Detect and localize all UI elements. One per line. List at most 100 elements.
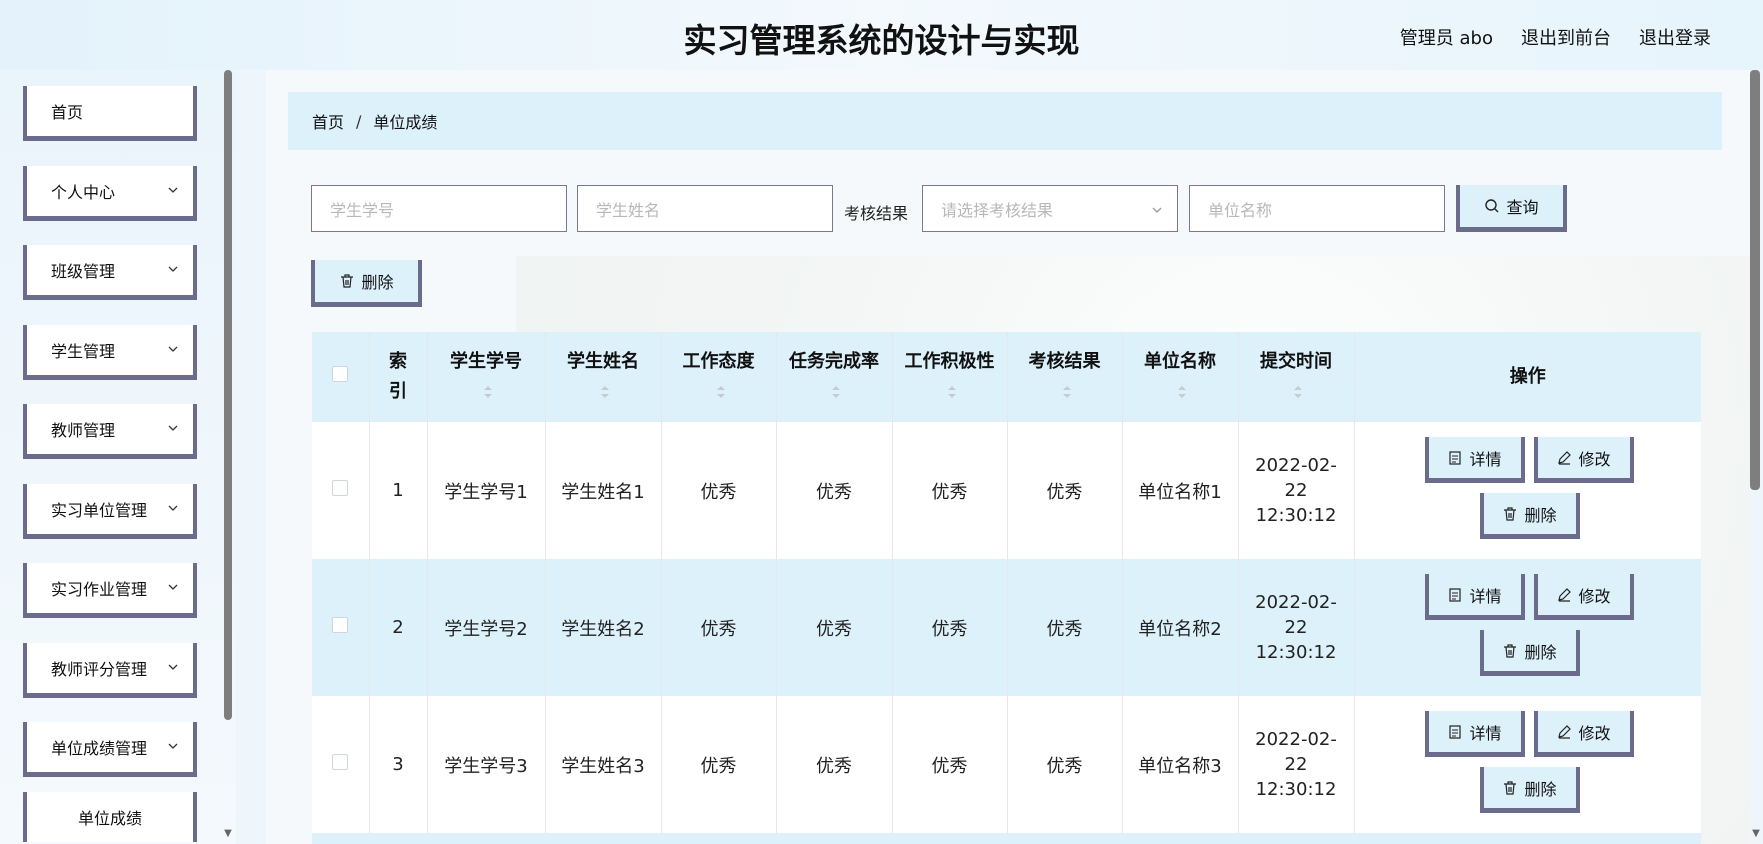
delete-button-label: 删除 xyxy=(1524,505,1557,525)
current-user-label: 管理员 abo xyxy=(1399,28,1493,49)
sort-icon[interactable] xyxy=(947,384,957,400)
trash-icon xyxy=(1504,506,1517,521)
row-checkbox[interactable] xyxy=(332,617,349,633)
sidebar-item-label: 实习单位管理 xyxy=(51,501,148,520)
sort-icon[interactable] xyxy=(1177,384,1187,400)
sidebar-subitem-unit-score[interactable]: 单位成绩 xyxy=(23,792,197,842)
sort-icon[interactable] xyxy=(1062,384,1072,400)
chevron-down-icon xyxy=(1152,207,1162,213)
breadcrumb-home[interactable]: 首页 xyxy=(312,109,344,133)
delete-button[interactable]: 删除 xyxy=(1479,767,1580,813)
detail-button-label: 详情 xyxy=(1469,449,1502,469)
sidebar-item-label: 学生管理 xyxy=(51,342,116,361)
sort-icon[interactable] xyxy=(716,384,726,400)
sidebar-item-internship-unit-management[interactable]: 实习单位管理 xyxy=(23,484,197,539)
cell-completion: 优秀 xyxy=(776,559,893,696)
delete-button[interactable]: 删除 xyxy=(1479,493,1580,539)
edit-button-label: 修改 xyxy=(1578,586,1611,606)
row-checkbox[interactable] xyxy=(332,480,349,496)
document-icon xyxy=(1449,587,1462,602)
header-student-id-label: 学生学号 xyxy=(450,351,522,372)
sidebar-item-label: 教师评分管理 xyxy=(51,660,148,679)
edit-button-label: 修改 xyxy=(1578,723,1611,743)
cell-student-name: 学生姓名3 xyxy=(545,696,662,833)
cell-index: 3 xyxy=(369,696,428,833)
logout-link[interactable]: 退出登录 xyxy=(1639,24,1711,50)
edit-button[interactable]: 修改 xyxy=(1533,574,1634,620)
edit-button[interactable]: 修改 xyxy=(1533,437,1634,483)
unit-name-input[interactable]: 单位名称 xyxy=(1189,185,1445,232)
top-header: 实习管理系统的设计与实现 管理员 abo 退出到前台 退出登录 xyxy=(0,0,1763,70)
table-row: 3 学生学号3 学生姓名3 优秀 优秀 优秀 优秀 单位名称3 2022-02-… xyxy=(312,696,1701,833)
batch-delete-label: 删除 xyxy=(361,273,394,292)
cell-attitude: 优秀 xyxy=(661,696,777,833)
detail-button-label: 详情 xyxy=(1469,723,1502,743)
sidebar-item-internship-homework-management[interactable]: 实习作业管理 xyxy=(23,563,197,618)
delete-button[interactable]: 删除 xyxy=(1479,630,1580,676)
row-actions: 详情 修改 删除 xyxy=(1356,697,1701,832)
cell-student-id: 学生学号2 xyxy=(427,559,546,696)
cell-actions: 详情 修改 删除 xyxy=(1354,559,1701,696)
trash-icon xyxy=(341,274,354,288)
main-scrollbar[interactable] xyxy=(1750,70,1760,490)
exit-to-front-link[interactable]: 退出到前台 xyxy=(1521,24,1611,50)
header-result[interactable]: 考核结果 xyxy=(1007,332,1123,422)
sidebar-item-student-management[interactable]: 学生管理 xyxy=(23,325,197,380)
batch-delete-button[interactable]: 删除 xyxy=(311,260,422,307)
sidebar-item-teacher-management[interactable]: 教师管理 xyxy=(23,404,197,459)
detail-button[interactable]: 详情 xyxy=(1424,437,1525,483)
detail-button[interactable]: 详情 xyxy=(1424,711,1525,757)
unit-score-table: 索引 学生学号 学生姓名 工作态度 任务完成率 工作积极性 考核结果 单位名称 … xyxy=(312,332,1701,844)
header-submit-time[interactable]: 提交时间 xyxy=(1238,332,1355,422)
sidebar-item-home[interactable]: 首页 xyxy=(23,86,197,141)
sidebar-item-unit-score-management[interactable]: 单位成绩管理 xyxy=(23,722,197,777)
student-id-placeholder: 学生学号 xyxy=(330,200,395,220)
cell-submit-time: 2022-02-22 12:30:12 xyxy=(1238,559,1355,696)
sidebar-item-teacher-score-management[interactable]: 教师评分管理 xyxy=(23,643,197,698)
sidebar-item-class-management[interactable]: 班级管理 xyxy=(23,245,197,300)
header-attitude-label: 工作态度 xyxy=(682,351,755,372)
detail-button[interactable]: 详情 xyxy=(1424,574,1525,620)
table-header-row: 索引 学生学号 学生姓名 工作态度 任务完成率 工作积极性 考核结果 单位名称 … xyxy=(312,332,1701,422)
cell-result: 优秀 xyxy=(1007,559,1123,696)
detail-button-label: 详情 xyxy=(1469,586,1502,606)
edit-button[interactable]: 修改 xyxy=(1533,711,1634,757)
sidebar-scrollbar[interactable] xyxy=(224,70,232,720)
header-initiative[interactable]: 工作积极性 xyxy=(892,332,1008,422)
cell-index: 2 xyxy=(369,559,428,696)
result-select[interactable]: 请选择考核结果 xyxy=(922,185,1178,232)
sort-icon[interactable] xyxy=(831,384,841,400)
student-id-input[interactable]: 学生学号 xyxy=(311,185,567,232)
student-name-input[interactable]: 学生姓名 xyxy=(577,185,833,232)
sidebar: 首页 个人中心 班级管理 学生管理 教师管理 实习单位管理 实习作业管理 教师评… xyxy=(0,70,236,844)
query-button[interactable]: 查询 xyxy=(1456,185,1567,232)
sort-icon[interactable] xyxy=(1293,384,1303,400)
table-row: 1 学生学号1 学生姓名1 优秀 优秀 优秀 优秀 单位名称1 2022-02-… xyxy=(312,422,1701,559)
header-completion[interactable]: 任务完成率 xyxy=(776,332,893,422)
sort-icon[interactable] xyxy=(483,384,493,400)
row-select-cell[interactable] xyxy=(312,696,370,833)
header-unit-name[interactable]: 单位名称 xyxy=(1122,332,1239,422)
row-select-cell[interactable] xyxy=(312,559,370,696)
search-icon xyxy=(1485,199,1499,213)
header-attitude[interactable]: 工作态度 xyxy=(661,332,777,422)
header-student-name[interactable]: 学生姓名 xyxy=(545,332,662,422)
chevron-down-icon xyxy=(168,664,178,670)
cell-index: 1 xyxy=(369,422,428,559)
scroll-down-arrow-icon[interactable]: ▼ xyxy=(1750,828,1762,840)
header-student-id[interactable]: 学生学号 xyxy=(427,332,546,422)
sidebar-item-label: 首页 xyxy=(51,103,84,122)
delete-button-label: 删除 xyxy=(1524,779,1557,799)
sort-icon[interactable] xyxy=(600,384,610,400)
cell-attitude: 优秀 xyxy=(661,422,777,559)
row-select-cell[interactable] xyxy=(312,422,370,559)
header-select-all[interactable] xyxy=(312,332,370,422)
table-row-partial xyxy=(312,833,1701,844)
header-actions: 操作 xyxy=(1509,366,1546,387)
row-checkbox[interactable] xyxy=(332,754,349,770)
cell-completion: 优秀 xyxy=(776,696,893,833)
scroll-down-arrow-icon[interactable]: ▼ xyxy=(222,828,234,840)
sidebar-item-personal-center[interactable]: 个人中心 xyxy=(23,166,197,221)
select-all-checkbox[interactable] xyxy=(332,366,349,382)
cell-initiative: 优秀 xyxy=(892,696,1008,833)
